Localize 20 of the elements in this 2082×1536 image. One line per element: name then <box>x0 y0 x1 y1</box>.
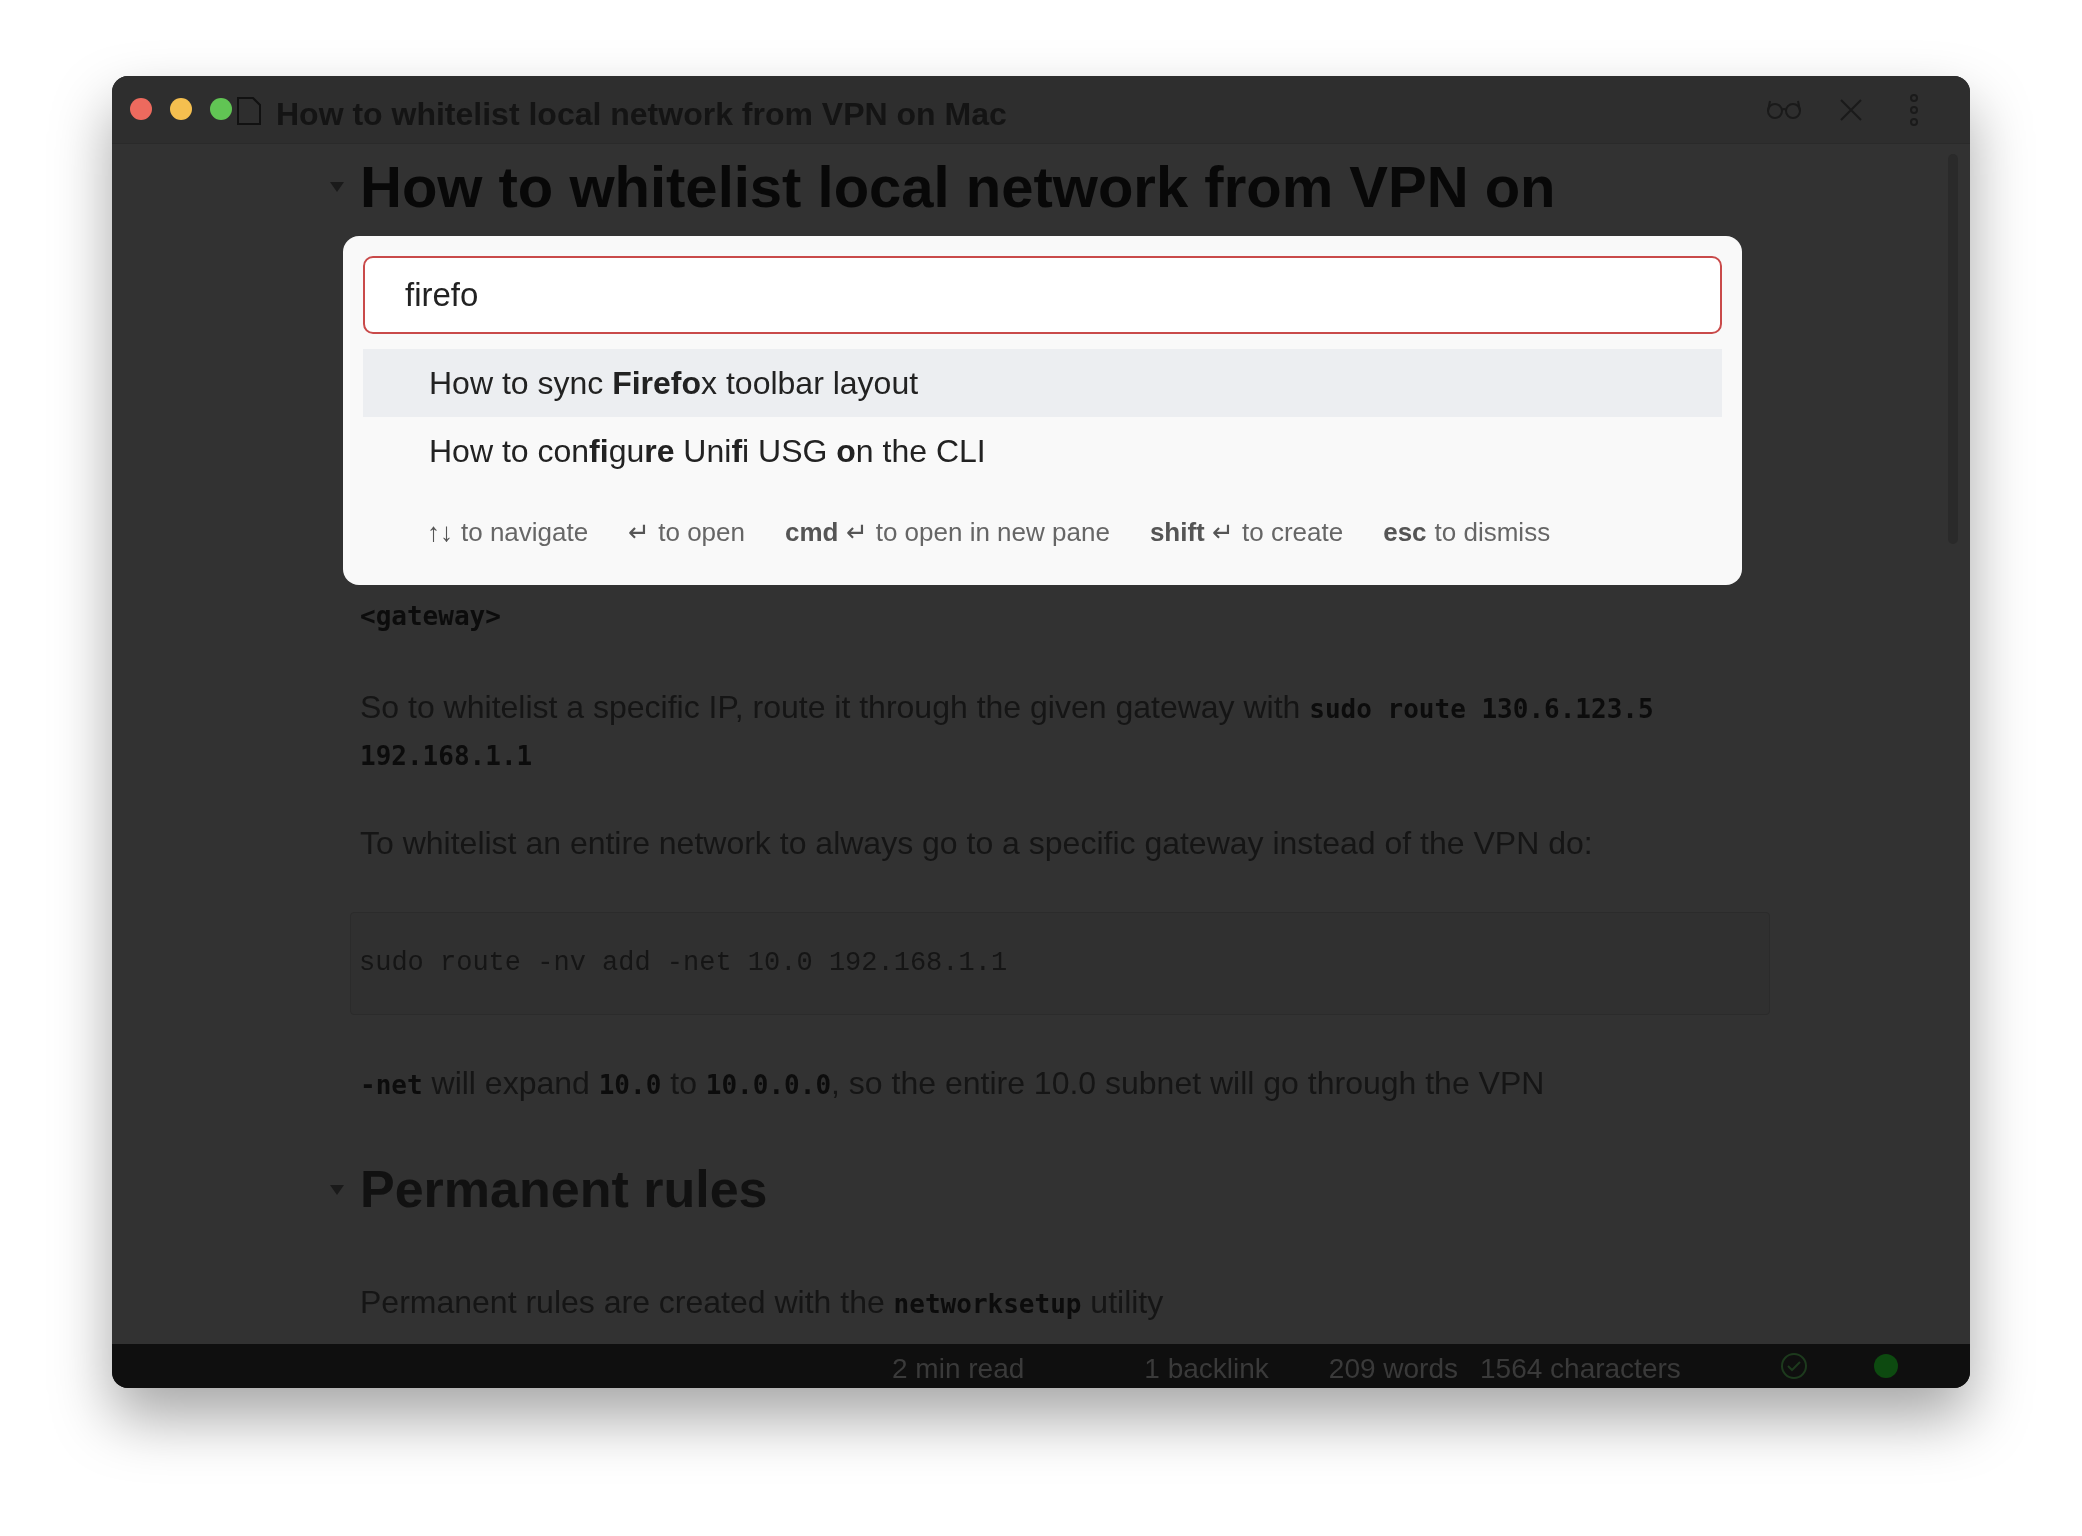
shortcut-key: ↑↓ <box>427 513 453 552</box>
hint-label: to open <box>658 516 745 549</box>
shortcut-key: shift ↵ <box>1149 513 1234 552</box>
shortcut-key: cmd ↵ <box>784 513 868 552</box>
hint-label: to navigate <box>461 516 589 549</box>
document-icon <box>236 96 262 126</box>
collapse-triangle-icon[interactable] <box>330 182 344 192</box>
shortcut-key: esc <box>1383 513 1427 552</box>
shortcut-key: ↵ <box>628 513 651 552</box>
check-circle-icon <box>1780 1352 1808 1380</box>
hint-label: to create <box>1242 516 1344 549</box>
collapse-triangle-icon[interactable] <box>330 1185 344 1195</box>
close-window-button[interactable] <box>130 98 152 120</box>
minimize-window-button[interactable] <box>170 98 192 120</box>
hint-label: to open in new pane <box>875 516 1110 549</box>
search-field[interactable]: firefo <box>363 256 1722 334</box>
search-result[interactable]: How to sync Firefox toolbar layout <box>363 349 1722 417</box>
zoom-window-button[interactable] <box>210 98 232 120</box>
hint-label: to dismiss <box>1434 516 1551 549</box>
search-input[interactable]: firefo <box>405 270 1720 320</box>
